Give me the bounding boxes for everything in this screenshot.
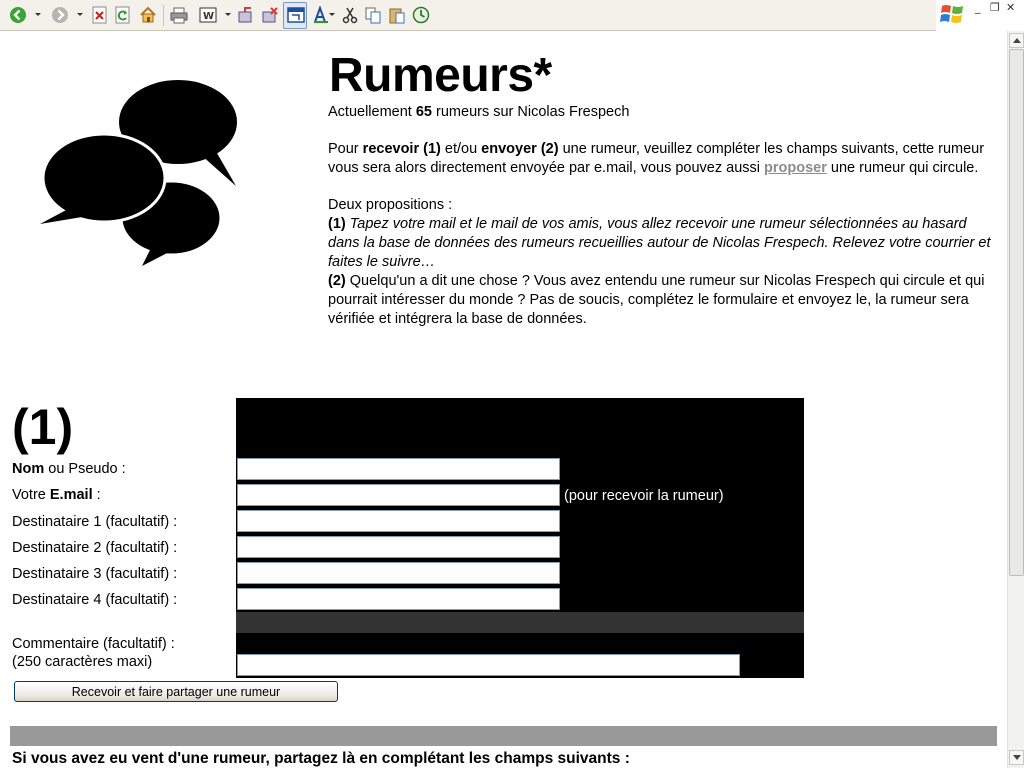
dest1-label: Destinataire 1 (facultatif) :	[12, 514, 178, 530]
messenger-icon[interactable]	[261, 6, 279, 24]
close-icon[interactable]: ✕	[1006, 2, 1015, 14]
dest3-field[interactable]	[237, 562, 560, 584]
nom-label: Nom ou Pseudo :	[12, 461, 126, 477]
proposition-1: (1) Tapez votre mail et le mail de vos a…	[328, 216, 991, 270]
nom-field[interactable]	[237, 458, 560, 480]
vertical-scrollbar[interactable]	[1007, 31, 1024, 768]
forward-icon[interactable]	[51, 6, 69, 24]
submit-button[interactable]: Recevoir et faire partager une rumeur	[14, 681, 338, 702]
dest4-field[interactable]	[237, 588, 560, 610]
share-rumor-heading: Si vous avez eu vent d'une rumeur, parta…	[12, 750, 630, 767]
comment-field[interactable]	[237, 654, 740, 676]
dest2-label: Destinataire 2 (facultatif) :	[12, 540, 178, 556]
propositions-heading: Deux propositions :	[328, 197, 453, 213]
cut-icon[interactable]	[341, 6, 359, 24]
dest1-field[interactable]	[237, 510, 560, 532]
rumor-count: Actuellement 65 rumeurs sur Nicolas Fres…	[328, 104, 630, 120]
scroll-down-icon[interactable]	[1009, 750, 1024, 765]
refresh-icon[interactable]	[114, 6, 132, 24]
section-number-1: (1)	[12, 399, 74, 455]
dest3-label: Destinataire 3 (facultatif) :	[12, 566, 178, 582]
word-icon[interactable]: W	[199, 6, 217, 24]
window-controls: _ ❐ ✕	[936, 0, 1024, 31]
speech-bubbles-icon	[40, 78, 240, 273]
email-label: Votre E.mail :	[12, 487, 101, 503]
windows-logo-icon	[940, 3, 966, 30]
history-icon[interactable]	[412, 6, 430, 24]
proposition-2: (2) Quelqu'un a dit une chose ? Vous ave…	[328, 273, 985, 327]
form-panel-separator	[236, 612, 804, 633]
back-dropdown-icon[interactable]	[35, 13, 41, 16]
research-icon[interactable]	[237, 6, 255, 24]
dest4-label: Destinataire 4 (facultatif) :	[12, 592, 178, 608]
section-divider	[10, 726, 997, 746]
paste-icon[interactable]	[388, 6, 406, 24]
comment-hint: (250 caractères maxi)	[12, 654, 153, 670]
font-dropdown-icon[interactable]	[329, 13, 335, 16]
home-icon[interactable]	[139, 6, 157, 24]
back-icon[interactable]	[9, 6, 27, 24]
fullscreen-icon[interactable]	[287, 6, 305, 24]
email-hint: (pour recevoir la rumeur)	[564, 488, 724, 504]
copy-icon[interactable]	[364, 6, 382, 24]
intro-paragraph: Pour recevoir (1) et/ou envoyer (2) une …	[328, 141, 985, 176]
restore-icon[interactable]: ❐	[990, 2, 1000, 14]
forward-dropdown-icon[interactable]	[77, 13, 83, 16]
svg-text:W: W	[203, 11, 214, 22]
scroll-thumb[interactable]	[1009, 49, 1024, 576]
dest2-field[interactable]	[237, 536, 560, 558]
minimize-icon[interactable]: _	[975, 2, 981, 14]
scroll-up-icon[interactable]	[1009, 33, 1024, 48]
stop-icon[interactable]	[91, 6, 109, 24]
email-field[interactable]	[237, 484, 560, 506]
browser-toolbar: W _ ❐ ✕	[0, 0, 1024, 31]
rumor-count-value: 65	[415, 104, 432, 120]
page-title: Rumeurs*	[329, 49, 552, 102]
print-icon[interactable]	[170, 6, 188, 24]
font-icon[interactable]	[312, 6, 330, 24]
proposer-link[interactable]: proposer	[764, 160, 827, 176]
word-dropdown-icon[interactable]	[225, 13, 231, 16]
comment-label: Commentaire (facultatif) :	[12, 636, 175, 652]
